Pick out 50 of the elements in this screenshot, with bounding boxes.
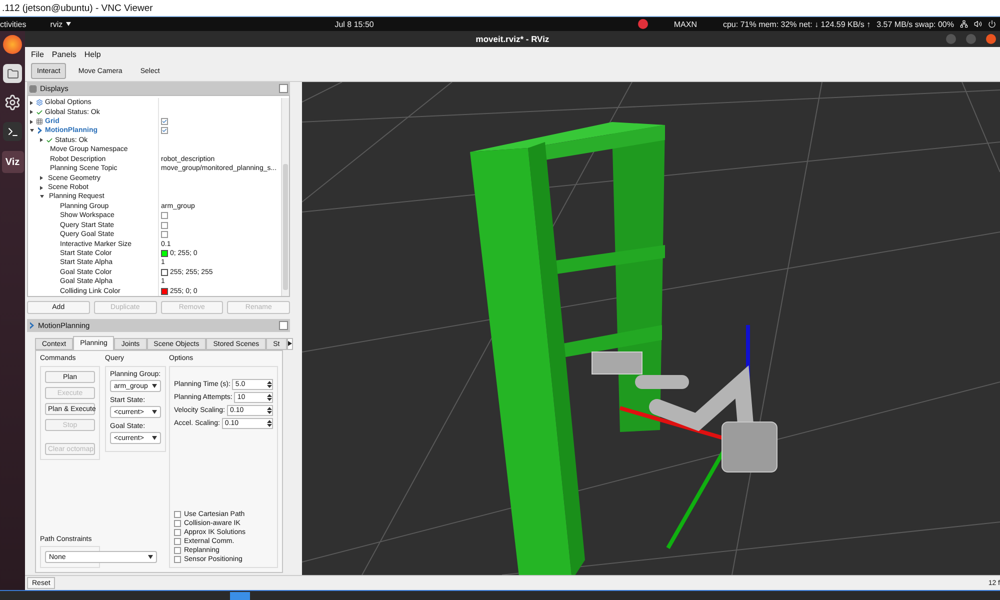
- speaker-icon[interactable]: [974, 20, 982, 28]
- app-menu[interactable]: rviz: [50, 20, 71, 28]
- caret-icon[interactable]: [66, 22, 71, 26]
- caret-icon: [152, 436, 157, 440]
- stop-icon[interactable]: [638, 19, 648, 29]
- caret-icon: [152, 410, 157, 414]
- browser-icon[interactable]: [3, 35, 22, 54]
- rviz-launcher[interactable]: Viz: [2, 151, 24, 173]
- caret-icon: [152, 384, 157, 388]
- expander-icon[interactable]: [30, 129, 34, 132]
- vnc-title: .112 (jetson@ubuntu) - VNC Viewer: [2, 2, 153, 14]
- folder-icon[interactable]: [3, 64, 22, 83]
- terminal-icon[interactable]: [3, 122, 22, 141]
- network-icon[interactable]: [960, 20, 968, 28]
- expander-icon[interactable]: [40, 186, 43, 190]
- plugin-icon: [37, 127, 43, 134]
- expander-icon[interactable]: [40, 195, 44, 198]
- window-title: moveit.rviz* - RViz: [476, 34, 550, 44]
- expander-icon[interactable]: [30, 110, 33, 114]
- menu-item[interactable]: Help: [84, 50, 101, 58]
- task-item[interactable]: [230, 592, 250, 600]
- plugin-icon: [29, 322, 35, 329]
- close-button[interactable]: [986, 34, 996, 44]
- checkbox[interactable]: [161, 231, 168, 238]
- check-icon: [36, 108, 43, 116]
- clock[interactable]: Jul 8 15:50: [334, 20, 374, 28]
- expander-icon[interactable]: [40, 176, 43, 180]
- gpu-mode-indicator[interactable]: MAXN: [674, 20, 697, 28]
- checkbox[interactable]: [161, 127, 168, 134]
- checkbox[interactable]: [161, 222, 168, 229]
- scrollbar[interactable]: [281, 98, 289, 296]
- panel-icon: [29, 84, 37, 92]
- expander-icon[interactable]: [40, 138, 43, 142]
- expander-icon[interactable]: [30, 120, 33, 124]
- float-button[interactable]: [279, 84, 288, 93]
- expander-icon[interactable]: [30, 100, 33, 105]
- gear-icon: [36, 99, 43, 106]
- power-icon[interactable]: [988, 20, 996, 28]
- menu-item[interactable]: Panels: [52, 50, 76, 58]
- checkbox[interactable]: [161, 212, 168, 220]
- swap-indicator: 3.57 MB/s swap: 00%: [876, 20, 954, 28]
- caret-icon: [148, 555, 153, 559]
- check-icon: [46, 136, 53, 144]
- grid-icon: [36, 118, 43, 126]
- float-button[interactable]: [279, 321, 288, 330]
- menu-item[interactable]: File: [31, 50, 44, 58]
- settings-icon[interactable]: [3, 93, 22, 112]
- cpu-indicator: cpu: 71% mem: 32% net: ↓ 124.59 KB/s ↑: [722, 20, 871, 28]
- checkbox[interactable]: [161, 118, 168, 126]
- activities-button[interactable]: ctivities: [0, 20, 26, 28]
